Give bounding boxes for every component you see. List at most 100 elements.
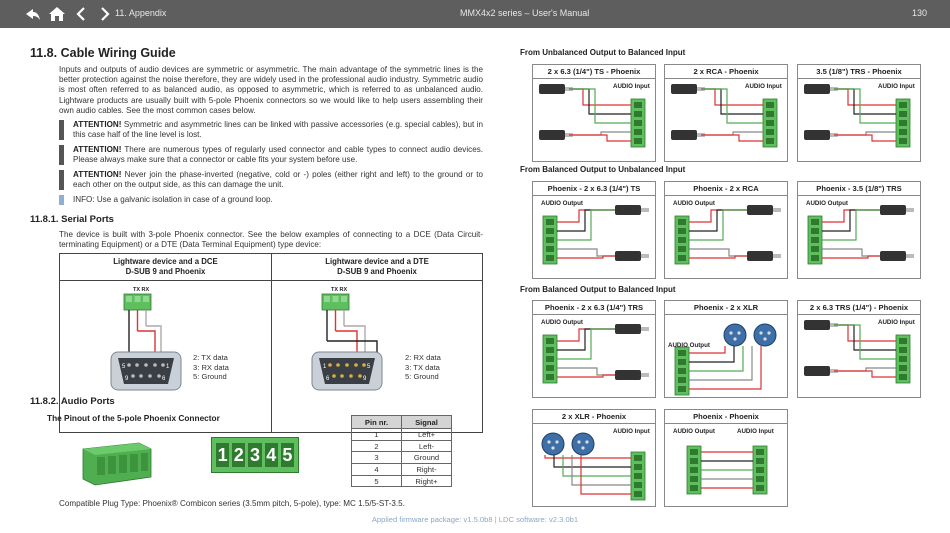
dte-subtitle: D-SUB 9 and Phoenix [337, 267, 417, 276]
section-heading-unbal-to-bal: From Unbalanced Output to Balanced Input [520, 48, 686, 57]
attention-label: ATTENTION! [73, 145, 122, 154]
wiring-diagram [804, 84, 911, 148]
table-row: 3 Ground [351, 451, 452, 465]
nav-icons [24, 5, 114, 23]
attention-label: ATTENTION! [73, 170, 122, 179]
plug-type-text: Compatible Plug Type: Phoenix® Combicon … [59, 499, 405, 508]
wiring-card: Phoenix - 2 x RCA AUDIO Output [664, 181, 788, 279]
pin-cell: 4 [351, 463, 402, 476]
wiring-card: 2 x 6.3 TRS (1/4") - Phoenix AUDIO Input [797, 300, 921, 398]
table-row: 2 Left- [351, 439, 452, 453]
audio-port-label: AUDIO Output [673, 428, 715, 435]
legend-line: 5: Ground [405, 372, 439, 381]
wiring-diagram [804, 320, 911, 384]
wiring-diagram [542, 205, 649, 265]
wiring-card-body: AUDIO Output [665, 196, 787, 278]
audio-port-label: AUDIO Output [673, 200, 715, 207]
wiring-diagram [542, 324, 649, 384]
wiring-card: Phoenix - Phoenix AUDIO Output AUDIO Input [664, 409, 788, 507]
signal-cell: Right+ [401, 474, 452, 488]
attention-notice-2: ATTENTION! There are numerous types of r… [59, 145, 483, 166]
audio-port-label: AUDIO Input [613, 83, 650, 90]
wiring-card-body: AUDIO Output [533, 196, 655, 278]
legend-line: 3: RX data [193, 362, 229, 372]
pinout-title: The Pinout of the 5-pole Phoenix Connect… [47, 413, 220, 423]
manual-title: MMX4x2 series – User's Manual [460, 8, 590, 18]
pin-cell: 5 [351, 474, 402, 488]
section-heading-bal-to-bal: From Balanced Output to Balanced Input [520, 285, 676, 294]
phoenix-pinout-socket: 1 2 3 4 5 [211, 437, 299, 473]
serial-ports-text: The device is built with 3-pole Phoenix … [59, 230, 483, 250]
dce-subtitle: D-SUB 9 and Phoenix [125, 267, 206, 276]
section-title[interactable]: 11. Appendix [115, 8, 166, 18]
wiring-card: Phoenix - 3.5 (1/8") TRS AUDIO Output [797, 181, 921, 279]
legend-line: 2: TX data [193, 353, 228, 362]
page-title: 11.8. Cable Wiring Guide [30, 46, 176, 60]
wiring-card-title: Phoenix - 2 x RCA [665, 182, 787, 196]
serial-wiring-table: Lightware device and a DCE D-SUB 9 and P… [59, 253, 483, 433]
attention-notice-3: ATTENTION! Never join the phase-inverted… [59, 170, 483, 191]
wiring-card-body: AUDIO Output [665, 315, 787, 397]
home-icon[interactable] [48, 5, 66, 23]
serial-ports-heading: 11.8.1. Serial Ports [30, 214, 114, 225]
wiring-card-body: AUDIO Input [798, 79, 920, 161]
audio-port-label: AUDIO Input [878, 83, 915, 90]
wiring-card-title: 2 x RCA - Phoenix [665, 65, 787, 79]
wiring-card-title: 3.5 (1/8") TRS - Phoenix [798, 65, 920, 79]
dce-legend: 2: TX data 3: RX data 5: Ground [193, 353, 229, 382]
tx-rx-label: TX RX [331, 287, 348, 293]
page-number: 130 [912, 8, 928, 18]
pin-cell: 1 [351, 428, 402, 441]
wiring-card-title: 2 x 6.3 TRS (1/4") - Phoenix [798, 301, 920, 315]
wiring-card-body: AUDIO Input [665, 79, 787, 161]
wiring-diagram [541, 432, 646, 501]
wiring-card-title: 2 x XLR - Phoenix [533, 410, 655, 424]
wiring-card-body: AUDIO Output [533, 315, 655, 397]
audio-ports-heading: 11.8.2. Audio Ports [30, 396, 115, 407]
pin-number: 4 [264, 443, 278, 467]
prev-page-icon[interactable] [72, 5, 90, 23]
wiring-card: 2 x XLR - Phoenix AUDIO Input [532, 409, 656, 507]
wiring-card: 2 x 6.3 (1/4") TS - Phoenix AUDIO Input [532, 64, 656, 162]
info-notice: INFO: Use a galvanic isolation in case o… [59, 195, 483, 206]
table-row: 5 Right+ [351, 474, 452, 488]
wiring-card-title: Phoenix - Phoenix [665, 410, 787, 424]
legend-line: 3: TX data [405, 362, 440, 372]
audio-port-label: AUDIO Output [668, 342, 710, 349]
wiring-card-body: AUDIO Input [533, 424, 655, 506]
pin-number: 2 [232, 443, 246, 467]
pin-number: 1 [216, 443, 230, 467]
attention-text: Symmetric and asymmetric lines can be li… [73, 120, 483, 140]
top-bar: 11. Appendix MMX4x2 series – User's Manu… [0, 0, 950, 28]
pin-signal-table: Pin nr. Signal 1 Left+ 2 Left- 3 Ground 4 Ri… [351, 415, 452, 488]
attention-notice-1: ATTENTION! Symmetric and asymmetric line… [59, 120, 483, 141]
wiring-diagram [686, 445, 768, 495]
wiring-card-title: Phoenix - 2 x XLR [665, 301, 787, 315]
wiring-card-title: 2 x 6.3 (1/4") TS - Phoenix [533, 65, 655, 79]
next-page-icon[interactable] [96, 5, 114, 23]
tx-rx-label: TX RX [133, 287, 150, 293]
wiring-diagram [674, 205, 781, 265]
wiring-card-title: Phoenix - 3.5 (1/8") TRS [798, 182, 920, 196]
attention-text: Never join the phase-inverted (negative,… [73, 170, 483, 190]
audio-port-label: AUDIO Input [745, 83, 782, 90]
audio-port-label: AUDIO Input [613, 428, 650, 435]
legend-line: 5: Ground [193, 372, 227, 381]
wiring-diagram [674, 323, 777, 396]
audio-port-label: AUDIO Input [878, 319, 915, 326]
intro-paragraph: Inputs and outputs of audio devices are … [59, 65, 483, 115]
wiring-card-body: AUDIO Output AUDIO Input [665, 424, 787, 506]
dte-legend: 2: RX data 3: TX data 5: Ground [405, 353, 441, 382]
back-icon[interactable] [24, 5, 42, 23]
audio-port-label: AUDIO Input [737, 428, 774, 435]
table-row: 4 Right- [351, 463, 452, 476]
wiring-card: 3.5 (1/8") TRS - Phoenix AUDIO Input [797, 64, 921, 162]
audio-port-label: AUDIO Output [541, 200, 583, 207]
footer: Applied firmware package: v1.5.0b8 | LDC… [371, 515, 579, 524]
signal-cell: Left+ [401, 428, 452, 441]
wiring-card-body: AUDIO Input [533, 79, 655, 161]
pin-cell: 3 [351, 451, 402, 465]
wiring-diagram [671, 84, 778, 148]
dte-title: Lightware device and a DTE [325, 257, 429, 266]
dte-wiring-diagram: TX RX 1 5 6 9 [311, 287, 383, 391]
